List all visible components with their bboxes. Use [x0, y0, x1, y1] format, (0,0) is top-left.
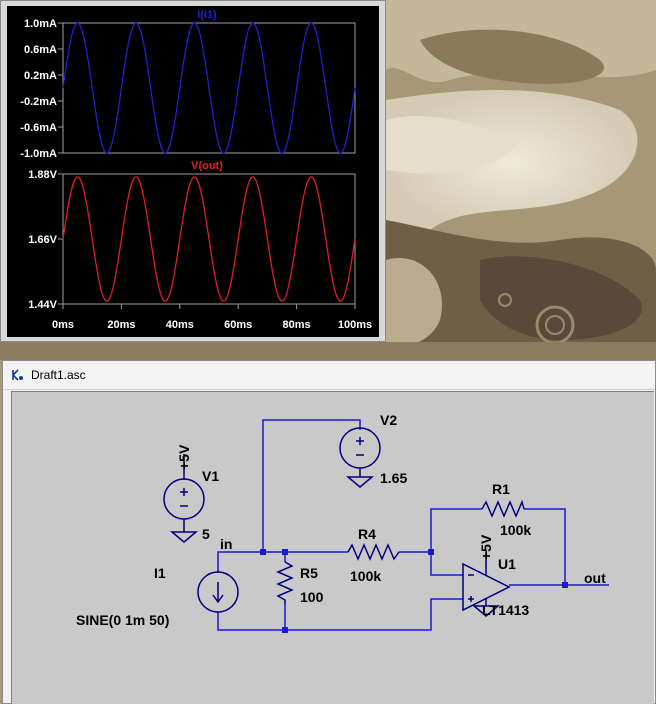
trace-label-voltage: V(out)	[191, 160, 223, 172]
y-tick-label-voltage: 1.66V	[28, 234, 57, 246]
y-tick-label-current: 0.6mA	[24, 44, 57, 56]
r1-value: 100k	[500, 522, 532, 538]
window-title: Draft1.asc	[31, 368, 86, 382]
x-tick-label: 60ms	[224, 319, 252, 331]
schematic-file-icon	[12, 369, 23, 381]
r4-value: 100k	[350, 568, 382, 584]
r5-value: 100	[300, 589, 324, 605]
v1-value: 5	[202, 526, 210, 542]
circuit-drawing	[163, 419, 609, 633]
y-tick-label-current: -1.0mA	[20, 148, 57, 160]
x-tick-label: 80ms	[283, 319, 311, 331]
waveform-plot[interactable]: I(I1) 1.0mA0.6mA0.2mA-0.2mA-0.6mA-1.0mA …	[1, 1, 385, 341]
r1-name: R1	[492, 481, 510, 497]
r5-symbol[interactable]	[276, 561, 294, 604]
v2-value: 1.65	[380, 470, 408, 486]
r4-name: R4	[358, 526, 376, 542]
wires	[217, 419, 609, 631]
i1-symbol[interactable]	[197, 570, 239, 613]
r1-symbol[interactable]	[481, 499, 525, 518]
u1-name: U1	[498, 556, 516, 572]
v2-symbol[interactable]	[339, 427, 381, 488]
u1-value: LT1413	[482, 602, 530, 618]
y-tick-label-current: 1.0mA	[24, 18, 57, 30]
schematic-window: Draft1.asc +5V V1 5 V2 1.65 in I1 SINE(0…	[2, 360, 656, 704]
y-tick-label-current: 0.2mA	[24, 70, 57, 82]
x-tick-label: 40ms	[166, 319, 194, 331]
title-bar[interactable]: Draft1.asc	[3, 361, 655, 390]
v1-rail-label: +5V	[176, 444, 192, 470]
x-tick-label: 0ms	[52, 319, 74, 331]
y-tick-label-current: -0.2mA	[20, 96, 57, 108]
net-label-in: in	[220, 536, 233, 552]
v1-name: V1	[202, 468, 220, 484]
y-tick-label-current: -0.6mA	[20, 122, 57, 134]
r5-name: R5	[300, 565, 318, 581]
schematic-canvas[interactable]: +5V V1 5 V2 1.65 in I1 SINE(0 1m 50) R5 …	[11, 391, 654, 704]
net-label-out: out	[584, 570, 606, 586]
i1-value: SINE(0 1m 50)	[76, 612, 170, 628]
trace-label-current: I(I1)	[197, 9, 217, 21]
v2-name: V2	[380, 412, 398, 428]
x-tick-label: 100ms	[338, 319, 372, 331]
x-tick-label: 20ms	[107, 319, 135, 331]
u1-rail-label: +5V	[478, 534, 494, 560]
waveform-viewer-window: I(I1) 1.0mA 0.6mA 0.2mA -0.2mA -0.6mA -1.0mA …	[0, 0, 386, 342]
i1-name: I1	[154, 565, 166, 581]
y-tick-label-voltage: 1.44V	[28, 299, 57, 311]
y-tick-label-voltage: 1.88V	[28, 169, 57, 181]
r4-symbol[interactable]	[347, 543, 400, 561]
